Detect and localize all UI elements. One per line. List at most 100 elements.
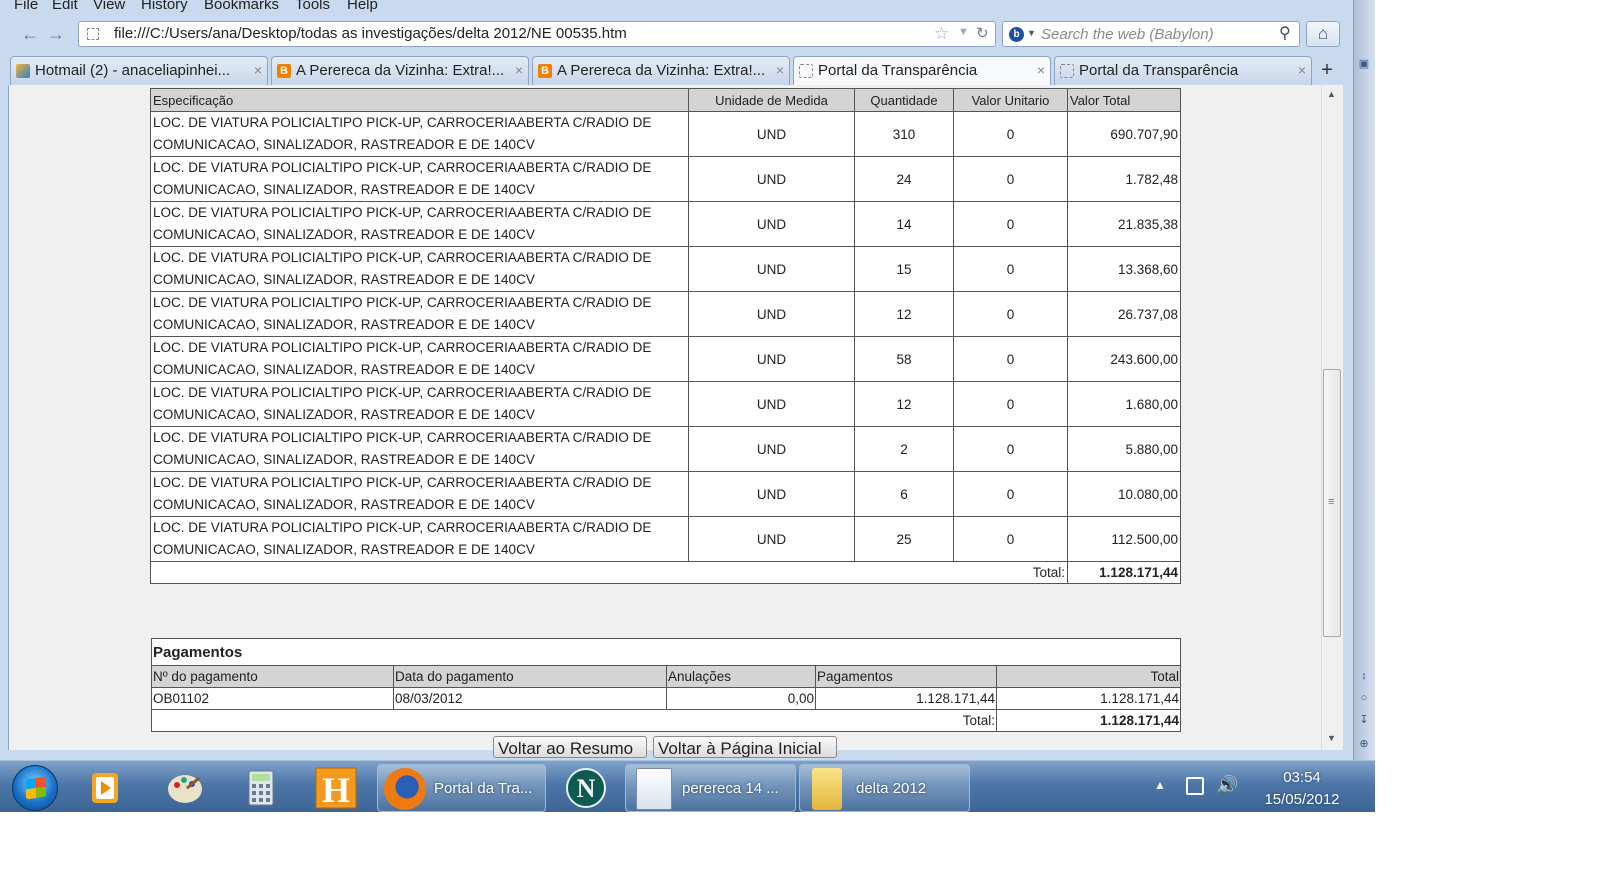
home-icon[interactable]: ⌂ xyxy=(1306,21,1340,47)
item-unit-value: 0 xyxy=(953,246,1068,292)
menu-view[interactable]: View xyxy=(93,0,125,13)
vertical-scrollbar[interactable]: ▲ ≡ ▼ xyxy=(1321,85,1341,750)
taskbar-item-firefox[interactable]: Portal da Tra... xyxy=(377,764,546,812)
netscape-icon[interactable]: N xyxy=(563,765,609,811)
url-dropdown-icon[interactable]: ▼ xyxy=(958,26,969,38)
menu-edit[interactable]: Edit xyxy=(52,0,78,13)
item-unit: UND xyxy=(688,111,855,157)
new-tab-button[interactable]: + xyxy=(1313,56,1341,85)
scroll-up-icon[interactable]: ▲ xyxy=(1327,89,1336,99)
items-total-value: 1.128.171,44 xyxy=(1067,561,1181,584)
volume-icon[interactable]: 🔊 xyxy=(1216,775,1238,796)
small-arrow-icon: ↧ xyxy=(1359,714,1369,726)
item-unit-value: 0 xyxy=(953,336,1068,382)
network-icon[interactable] xyxy=(1186,777,1204,795)
paint-icon[interactable] xyxy=(162,765,208,811)
item-unit-value: 0 xyxy=(953,201,1068,247)
item-spec: LOC. DE VIATURA POLICIALTIPO PICK-UP, CA… xyxy=(150,516,689,562)
table-row: LOC. DE VIATURA POLICIALTIPO PICK-UP, CA… xyxy=(150,291,1181,337)
payments-header-row: Nº do pagamento Data do pagamento Anulaç… xyxy=(151,665,1181,688)
tab-perereca-1[interactable]: B A Perereca da Vizinha: Extra!... × xyxy=(271,56,529,85)
h-app-icon[interactable]: H xyxy=(313,765,359,811)
taskbar-item-document[interactable]: perereca 14 ... xyxy=(625,764,796,812)
close-icon[interactable]: × xyxy=(515,62,523,78)
firefox-icon xyxy=(384,768,426,810)
tab-portal-transparencia-active[interactable]: Portal da Transparência × xyxy=(793,56,1051,85)
column-header-qty: Quantidade xyxy=(854,88,954,112)
item-unit: UND xyxy=(688,426,855,472)
scrollbar-thumb[interactable]: ≡ xyxy=(1323,369,1341,637)
item-total: 5.880,00 xyxy=(1067,426,1181,472)
search-placeholder[interactable]: Search the web (Babylon) xyxy=(1041,26,1214,43)
menu-help[interactable]: Help xyxy=(347,0,378,13)
menu-bookmarks[interactable]: Bookmarks xyxy=(204,0,279,13)
item-spec: LOC. DE VIATURA POLICIALTIPO PICK-UP, CA… xyxy=(150,381,689,427)
search-bar[interactable]: b ▼ Search the web (Babylon) ⚲ xyxy=(1002,21,1300,47)
blank-page-icon xyxy=(799,64,813,78)
item-unit-value: 0 xyxy=(953,471,1068,517)
table-row: LOC. DE VIATURA POLICIALTIPO PICK-UP, CA… xyxy=(150,381,1181,427)
close-icon[interactable]: × xyxy=(776,62,784,78)
item-unit-value: 0 xyxy=(953,111,1068,157)
item-total: 1.782,48 xyxy=(1067,156,1181,202)
menu-tools[interactable]: Tools xyxy=(295,0,330,13)
windows-logo-icon xyxy=(26,776,46,800)
scroll-down-icon[interactable]: ▼ xyxy=(1327,733,1336,743)
menu-history[interactable]: History xyxy=(141,0,188,13)
url-text[interactable]: file:///C:/Users/ana/Desktop/todas as in… xyxy=(114,25,627,42)
payments-table: Pagamentos Nº do pagamento Data do pagam… xyxy=(151,638,1181,732)
payments-title: Pagamentos xyxy=(151,638,1181,666)
engine-dropdown-icon[interactable]: ▼ xyxy=(1027,28,1036,38)
small-circle-icon: ○ xyxy=(1360,692,1368,704)
forward-arrow-icon[interactable]: → xyxy=(44,22,68,46)
item-unit: UND xyxy=(688,201,855,247)
tab-label: Hotmail (2) - anaceliapinhei... xyxy=(35,62,231,79)
close-icon[interactable]: × xyxy=(1037,62,1045,78)
payment-row: OB01102 08/03/2012 0,00 1.128.171,44 1.1… xyxy=(151,687,1181,710)
tab-perereca-2[interactable]: B A Perereca da Vizinha: Extra!... × xyxy=(532,56,790,85)
item-total: 243.600,00 xyxy=(1067,336,1181,382)
tab-hotmail[interactable]: Hotmail (2) - anaceliapinhei... × xyxy=(10,56,268,85)
items-total-row: Total: 1.128.171,44 xyxy=(150,561,1181,584)
url-bar[interactable]: file:///C:/Users/ana/Desktop/todas as in… xyxy=(78,21,996,47)
media-player-icon[interactable] xyxy=(82,765,128,811)
payment-number: OB01102 xyxy=(151,687,394,710)
back-to-home-button[interactable]: Voltar à Página Inicial xyxy=(653,736,837,758)
item-qty: 6 xyxy=(854,471,954,517)
system-clock[interactable]: 03:54 15/05/2012 xyxy=(1252,767,1352,811)
calculator-icon[interactable] xyxy=(238,765,284,811)
document-icon xyxy=(636,768,672,810)
blogger-icon: B xyxy=(277,64,291,78)
bookmark-star-icon[interactable]: ☆ xyxy=(934,24,949,44)
taskbar: H Portal da Tra... N perereca 14 ... del… xyxy=(0,760,1375,812)
menu-file[interactable]: File xyxy=(14,0,38,13)
item-total: 10.080,00 xyxy=(1067,471,1181,517)
taskbar-item-folder[interactable]: delta 2012 xyxy=(799,764,970,812)
reload-icon[interactable]: ↻ xyxy=(976,24,989,42)
item-unit: UND xyxy=(688,516,855,562)
search-icon[interactable]: ⚲ xyxy=(1279,23,1291,43)
page-icon xyxy=(87,28,99,40)
payments-caption-row: Pagamentos xyxy=(151,638,1181,666)
back-arrow-icon[interactable]: ← xyxy=(18,22,42,46)
item-qty: 24 xyxy=(854,156,954,202)
babylon-engine-icon[interactable]: b xyxy=(1009,27,1024,42)
browser-window: File Edit View History Bookmarks Tools H… xyxy=(0,0,1353,760)
grip-icon: ≡ xyxy=(1328,496,1335,508)
payments-total-value: 1.128.171,44 xyxy=(996,709,1181,732)
item-total: 21.835,38 xyxy=(1067,201,1181,247)
payment-annulments: 0,00 xyxy=(666,687,816,710)
table-row: LOC. DE VIATURA POLICIALTIPO PICK-UP, CA… xyxy=(150,516,1181,562)
payments-header-date: Data do pagamento xyxy=(393,665,667,688)
payment-total: 1.128.171,44 xyxy=(996,687,1181,710)
items-table: Especificação Unidade de Medida Quantida… xyxy=(150,88,1181,584)
close-icon[interactable]: × xyxy=(254,62,262,78)
show-hidden-icons-icon[interactable]: ▲ xyxy=(1154,778,1166,792)
tab-portal-transparencia[interactable]: Portal da Transparência × xyxy=(1054,56,1312,85)
item-qty: 310 xyxy=(854,111,954,157)
close-icon[interactable]: × xyxy=(1298,62,1306,78)
taskbar-item-label: Portal da Tra... xyxy=(434,780,533,797)
start-button[interactable] xyxy=(12,765,58,811)
back-to-summary-button[interactable]: Voltar ao Resumo xyxy=(493,736,647,758)
column-header-unit-value: Valor Unitario xyxy=(953,88,1068,112)
